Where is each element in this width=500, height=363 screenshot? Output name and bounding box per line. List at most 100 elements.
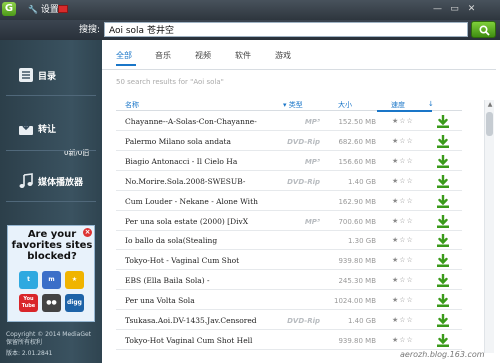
sidebar-item-transfer[interactable]: 转让 [6, 110, 98, 144]
download-icon[interactable] [436, 154, 450, 168]
sidebar-item-label: 转让 [38, 125, 57, 135]
file-name[interactable]: Tokyo-Hot - Vaginal Cum Shot [125, 256, 285, 265]
app-logo-icon: G [2, 2, 16, 16]
sort-down-icon[interactable]: ↓ [428, 100, 434, 108]
file-name[interactable]: Io ballo da sola(Stealing [125, 236, 285, 245]
table-row[interactable]: Per una Volta Sola 1024.00 MB ★☆☆ [116, 291, 462, 311]
file-size: 1024.00 MB [333, 297, 376, 306]
file-type-badge: DVD-Rip [287, 137, 320, 146]
file-size: 162.90 MB [338, 197, 376, 206]
column-header-speed[interactable]: 速度 [391, 100, 405, 110]
sidebar-divider [6, 150, 96, 151]
speed-rating: ★☆☆ [392, 117, 414, 125]
table-row[interactable]: No.Morire.Sola.2008-SWESUB- DVD-Rip 1.40 G… [116, 172, 462, 191]
table-row[interactable]: Chayanne--A-Solas-Con-Chayanne- MP³ 152.50… [116, 112, 462, 131]
tab-software[interactable]: 软件 [235, 50, 251, 61]
table-row[interactable]: Tokyo-Hot - Vaginal Cum Shot 939.80 MB ★☆☆ [116, 251, 462, 271]
download-icon[interactable] [436, 234, 450, 248]
speed-rating: ★☆☆ [392, 196, 414, 205]
messenger-icon[interactable]: m [42, 271, 61, 289]
tab-games[interactable]: 游戏 [275, 50, 291, 61]
scroll-up-icon[interactable]: ▲ [485, 100, 495, 110]
speed-rating: ★☆☆ [392, 156, 414, 165]
file-name[interactable]: EBS (Ella Baila Sola) - [125, 276, 285, 285]
close-icon[interactable]: ✕ [465, 3, 478, 16]
file-name[interactable]: Chayanne--A-Solas-Con-Chayanne- [125, 117, 285, 126]
file-type-badge: DVD-Rip [287, 177, 320, 186]
download-icon[interactable] [436, 314, 450, 327]
digg-icon[interactable]: digg [65, 294, 84, 312]
file-size: 152.50 MB [338, 118, 376, 126]
table-row[interactable]: Palermo Milano sola andata DVD-Rip 682.60 … [116, 132, 462, 151]
download-icon[interactable] [436, 214, 450, 228]
file-name[interactable]: Tokyo-Hot Vaginal Cum Shot Hell [125, 336, 285, 345]
file-name[interactable]: No.Morire.Sola.2008-SWESUB- [125, 177, 285, 186]
table-row[interactable]: EBS (Ella Baila Sola) - 245.30 MB ★☆☆ [116, 271, 462, 291]
file-type-badge: MP³ [304, 217, 320, 226]
table-row[interactable]: Per una sola estate (2000) [DivX MP³ 700.6… [116, 212, 462, 231]
rights-line: 保留所有权利 [6, 339, 43, 346]
search-button[interactable] [471, 21, 496, 38]
file-name[interactable]: Tsukasa.Aoi.DV-1435.Jav.Censored [125, 316, 285, 325]
table-row[interactable]: Cum Louder - Nekane - Alone With 162.90 M… [116, 192, 462, 211]
youtube-icon[interactable]: You Tube [19, 294, 38, 312]
file-size: 939.80 MB [338, 336, 376, 345]
table-row[interactable]: Io ballo da sola(Stealing 1.30 GB ★☆☆ [116, 231, 462, 251]
tab-music[interactable]: 音乐 [155, 50, 171, 61]
sidebar-divider [6, 95, 96, 96]
speed-rating: ★☆☆ [392, 316, 414, 324]
settings-label: 设置 [40, 5, 59, 15]
download-icon[interactable] [436, 274, 450, 288]
twitter-icon[interactable]: t [19, 271, 38, 289]
speed-rating: ★☆☆ [392, 335, 414, 344]
speed-rating: ★☆☆ [392, 216, 414, 225]
file-size: 156.60 MB [338, 157, 376, 166]
file-name[interactable]: Biagio Antonacci - Il Cielo Ha [125, 157, 285, 166]
column-header-size[interactable]: 大小 [338, 100, 352, 110]
settings-menu[interactable]: 🔧 设置 [28, 3, 59, 17]
speed-rating: ★☆☆ [392, 256, 414, 265]
file-name[interactable]: Per una Volta Sola [125, 296, 285, 305]
speed-rating: ★☆☆ [392, 276, 414, 285]
tab-all[interactable]: 全部 [116, 50, 132, 61]
download-icon[interactable] [436, 134, 450, 148]
restore-icon[interactable]: ▭ [448, 3, 461, 16]
sidebar-item-media-player[interactable]: 媒体播放器 [6, 163, 98, 197]
download-icon[interactable] [436, 333, 450, 347]
result-count: 50 search results for "Aoi sola" [116, 78, 224, 86]
file-type-badge: MP³ [304, 118, 320, 126]
scroll-thumb[interactable] [486, 112, 493, 136]
sort-arrow-icon: ▾ [283, 101, 287, 109]
catalog-icon [19, 68, 33, 82]
copyright-text: Copyright © 2014 MediaGet 保留所有权利 [6, 331, 91, 347]
runner-icon[interactable]: ★ [65, 271, 84, 289]
copyright-line: Copyright © 2014 MediaGet [6, 331, 92, 338]
sidebar-item-catalog[interactable]: 目录 [6, 57, 98, 91]
column-header-type[interactable]: ▾ 类型 [283, 100, 303, 110]
tab-video[interactable]: 视频 [195, 50, 211, 61]
file-type-badge: DVD-Rip [287, 317, 320, 325]
minimize-icon[interactable]: — [431, 3, 444, 16]
file-name[interactable]: Cum Louder - Nekane - Alone With [125, 197, 285, 206]
flickr-icon[interactable]: ●● [42, 294, 61, 312]
transfer-icon [19, 121, 33, 135]
table-row[interactable]: Tokyo-Hot Vaginal Cum Shot Hell 939.80 MB… [116, 331, 462, 350]
table-row[interactable]: Biagio Antonacci - Il Cielo Ha MP³ 156.60 … [116, 152, 462, 171]
file-size: 939.80 MB [338, 257, 376, 266]
download-icon[interactable] [436, 194, 450, 208]
download-icon[interactable] [436, 174, 450, 188]
download-icon[interactable] [436, 254, 450, 268]
table-row[interactable]: Tsukasa.Aoi.DV-1435.Jav.Censored DVD-Rip 1… [116, 311, 462, 330]
download-icon[interactable] [436, 115, 450, 128]
search-icon [479, 25, 490, 36]
column-header-name[interactable]: 名称 [125, 100, 139, 110]
scrollbar[interactable]: ▲ [484, 100, 494, 353]
ad-banner[interactable]: × Are your favorites sites blocked? t m … [7, 225, 95, 322]
file-name[interactable]: Palermo Milano sola andata [125, 137, 285, 146]
search-input[interactable] [104, 22, 468, 37]
language-flag-icon[interactable] [58, 5, 68, 13]
download-icon[interactable] [436, 294, 450, 308]
file-name[interactable]: Per una sola estate (2000) [DivX [125, 217, 285, 226]
sidebar-divider [6, 201, 96, 202]
speed-rating: ★☆☆ [392, 296, 414, 305]
